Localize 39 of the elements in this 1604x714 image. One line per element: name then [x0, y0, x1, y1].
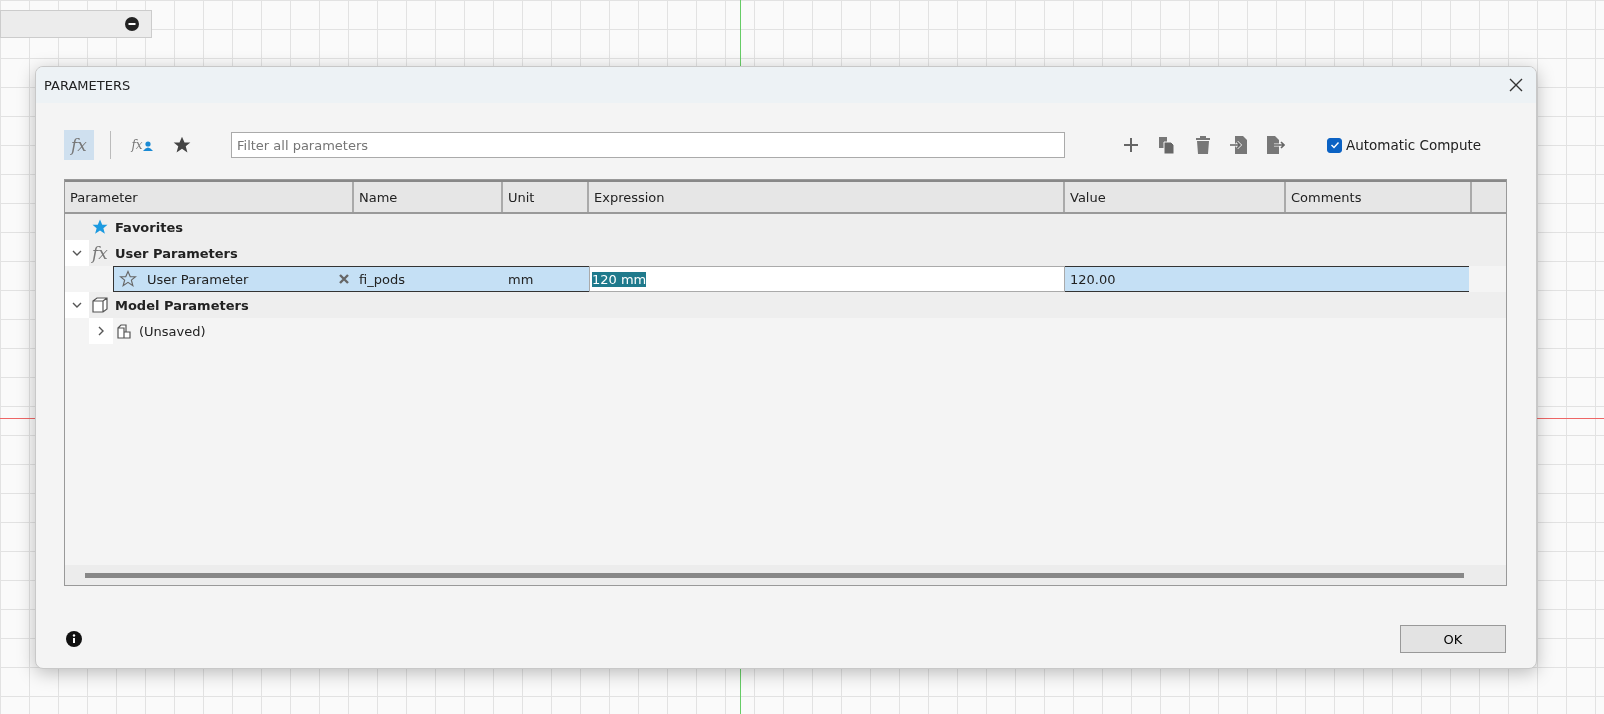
collapse-chevron-icon[interactable] [65, 292, 89, 318]
star-icon [91, 218, 109, 236]
view-filter-button[interactable]: fx [127, 130, 157, 160]
column-header[interactable]: Comments [1286, 182, 1472, 212]
star-icon[interactable] [119, 270, 137, 288]
info-icon[interactable] [66, 631, 82, 647]
value-cell: 120.00 [1065, 266, 1286, 292]
column-header[interactable]: Name [354, 182, 503, 212]
delete-x-icon[interactable] [339, 274, 349, 284]
column-header[interactable]: Value [1065, 182, 1286, 212]
column-header[interactable]: Unit [503, 182, 589, 212]
expression-field[interactable]: 120 mm [592, 271, 647, 287]
column-header[interactable]: Expression [589, 182, 1065, 212]
component-label[interactable]: (Unsaved) [139, 323, 206, 339]
cube-icon [91, 296, 109, 314]
group-label[interactable]: Favorites [115, 219, 183, 235]
function-symbol: fx [131, 139, 143, 151]
checkmark-icon [1329, 140, 1340, 150]
scrollbar-thumb[interactable] [85, 572, 1464, 578]
ok-button[interactable]: OK [1400, 625, 1506, 653]
function-symbol: fx [92, 244, 108, 262]
window-title: PARAMETERS [44, 77, 131, 93]
collapse-chevron-icon[interactable] [65, 240, 89, 266]
function-symbol: fx [71, 136, 87, 154]
expand-chevron-icon[interactable] [89, 318, 113, 344]
component-icon [115, 322, 133, 340]
user-icon [142, 141, 153, 151]
minus-circle-icon[interactable] [125, 17, 139, 31]
star-icon [172, 135, 192, 155]
parameter-label: User Parameter [147, 271, 250, 287]
parameter-row[interactable]: User Parameter fi_pods mm 120 mm 120.00 [113, 266, 1506, 292]
checkbox[interactable] [1327, 137, 1342, 153]
unit-cell: mm [503, 266, 589, 292]
group-label[interactable]: User Parameters [115, 245, 238, 261]
group-label[interactable]: Model Parameters [115, 297, 249, 313]
filter-field[interactable]: Filter all parameters [231, 132, 1065, 158]
checkbox-label: Automatic Compute [1346, 137, 1482, 153]
name-cell: fi_pods [354, 266, 503, 292]
column-header[interactable]: Parameter [65, 182, 354, 212]
